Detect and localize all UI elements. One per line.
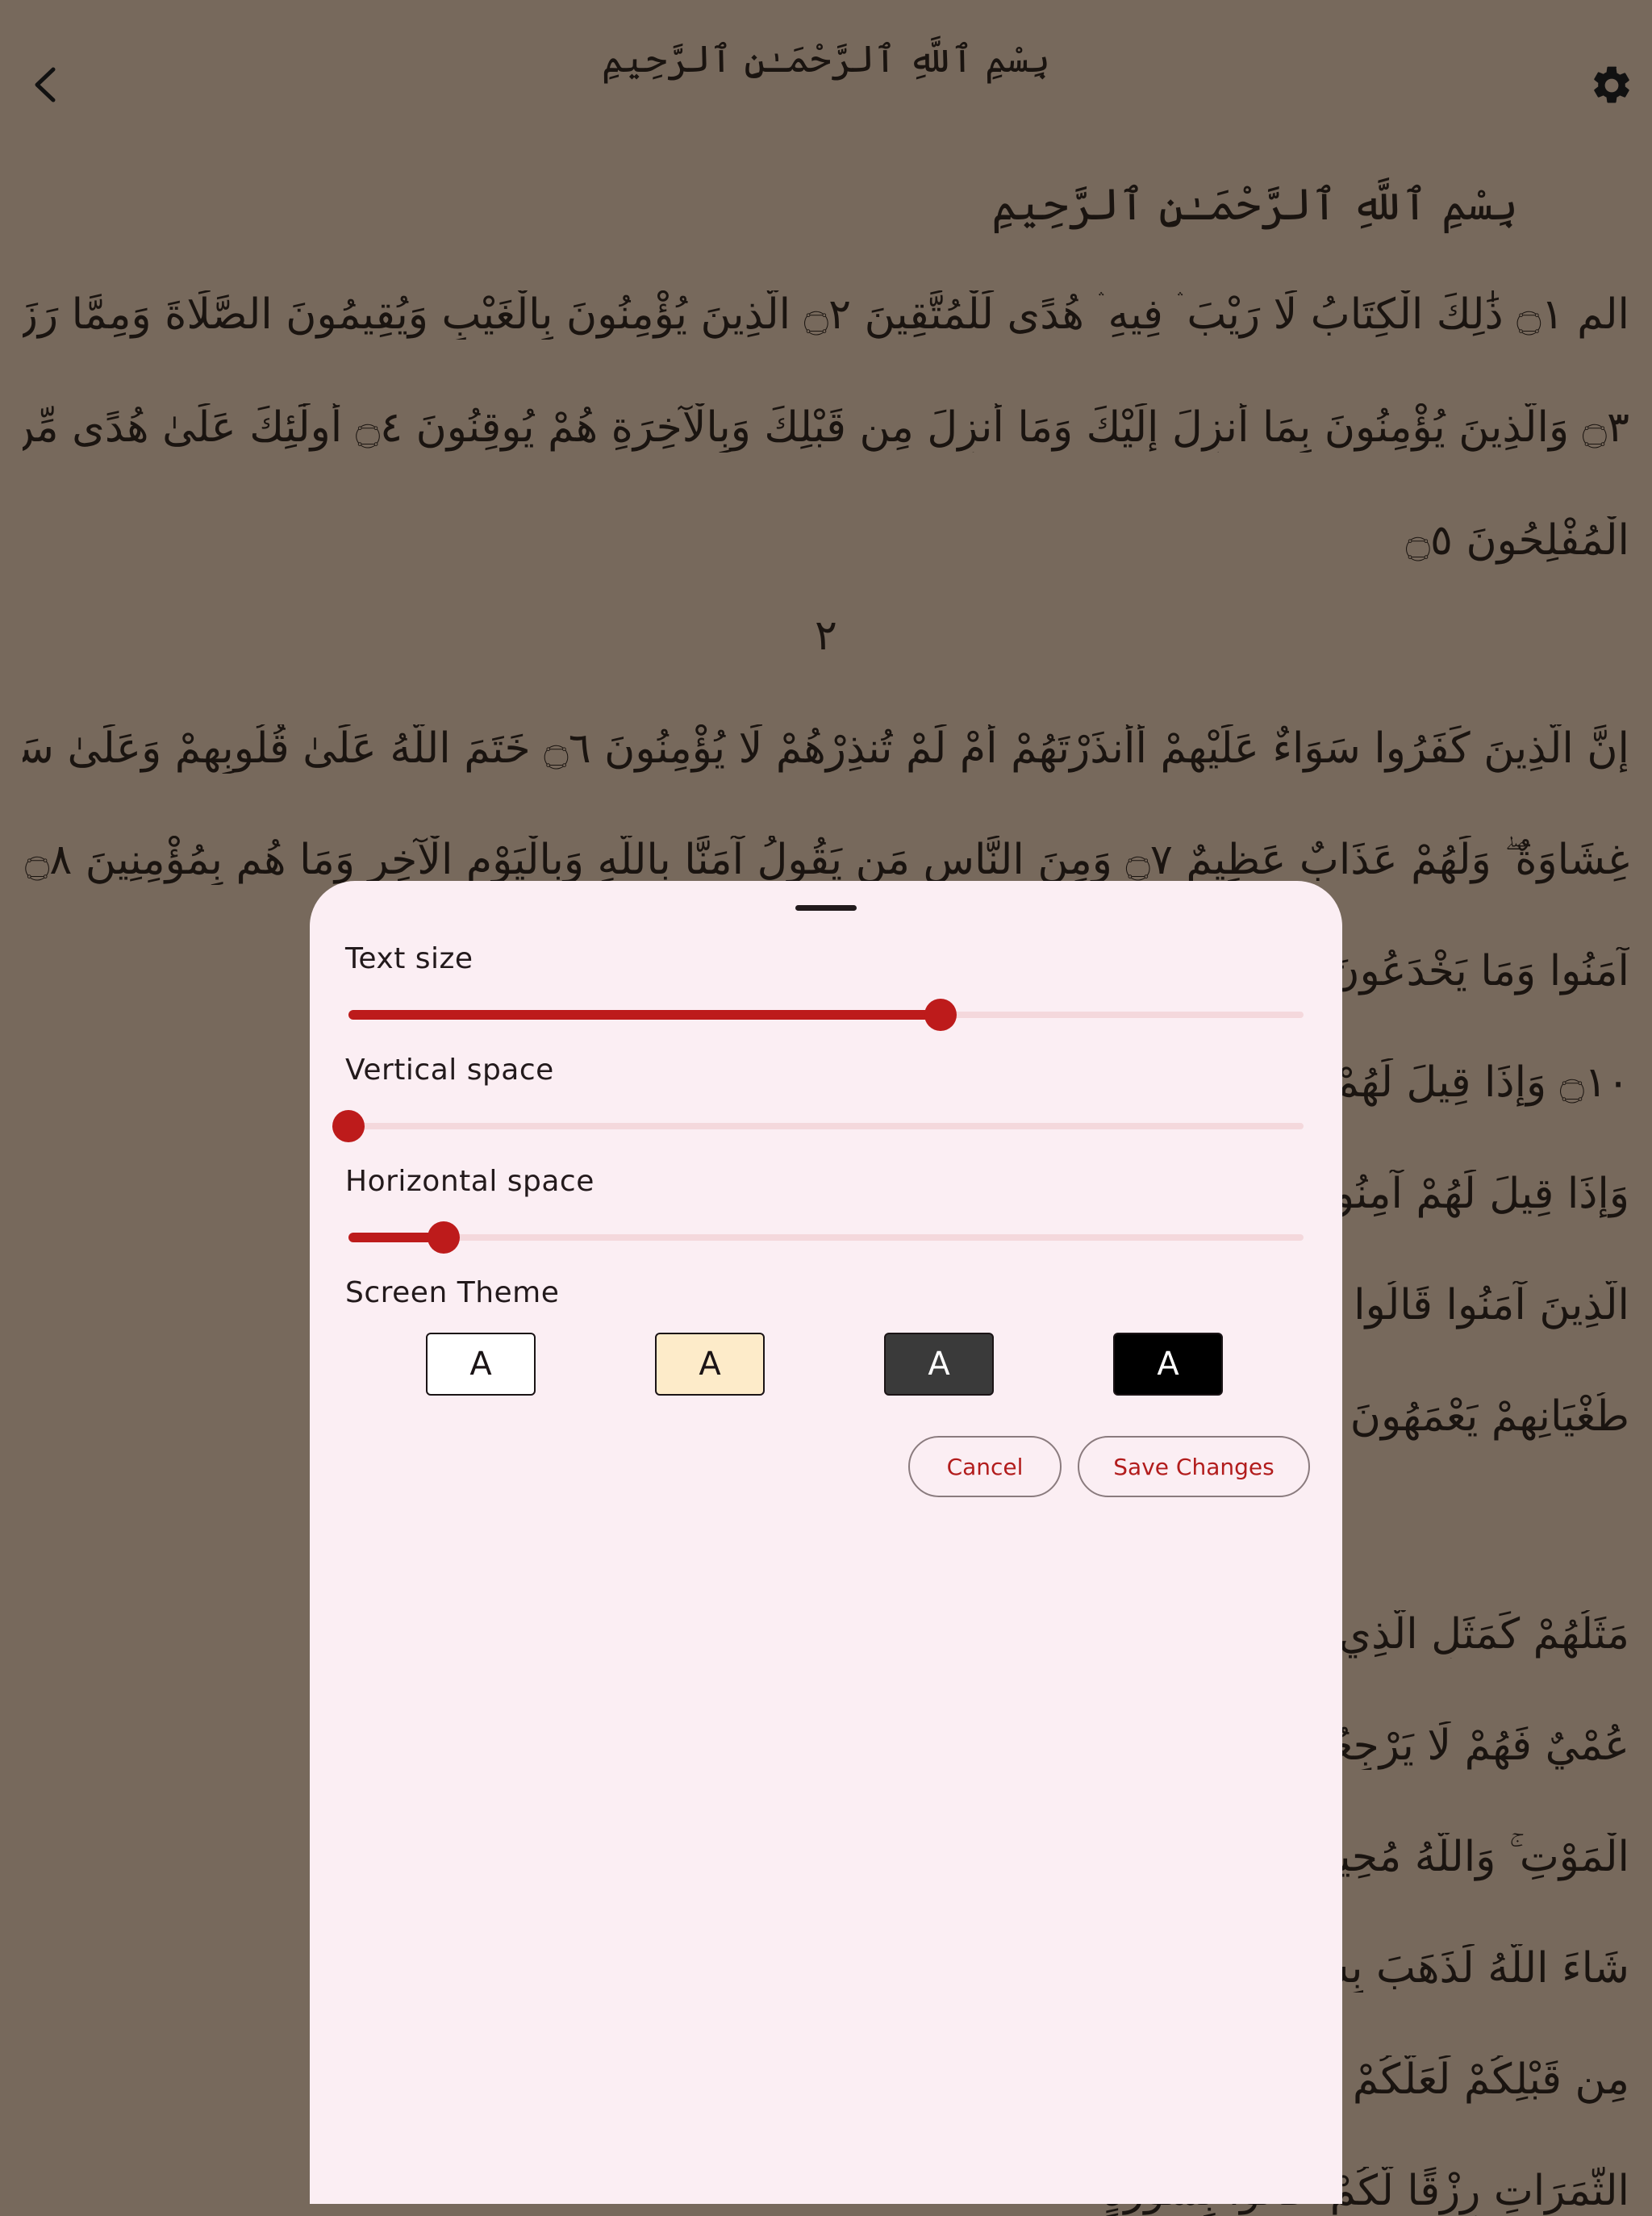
quran-line: غِشَاوَةٌ ۖ وَلَهُمْ عَذَابٌ عَظِيمٌ ۝٧ … — [23, 836, 1629, 884]
theme-sepia-button[interactable]: A — [655, 1333, 765, 1396]
theme-white-button[interactable]: A — [426, 1333, 536, 1396]
quran-line: الْمُفْلِحُونَ ۝٥ — [1405, 516, 1629, 565]
screen-theme-label: Screen Theme — [345, 1276, 560, 1309]
quran-line: الم ۝١ ذَٰلِكَ الْكِتَابُ لَا رَيْبَ ۛ ف… — [23, 290, 1629, 339]
theme-glyph: A — [1157, 1346, 1179, 1383]
vertical-space-slider[interactable] — [332, 1110, 1304, 1142]
chevron-left-icon — [35, 67, 56, 102]
slider-track — [348, 1123, 1304, 1129]
theme-black-button[interactable]: A — [1113, 1333, 1223, 1396]
back-button[interactable] — [18, 56, 74, 113]
slider-thumb[interactable] — [924, 999, 957, 1031]
basmala: بِسْمِ ٱللَّهِ ٱلرَّحْمَـٰنِ ٱلرَّحِيمِ — [991, 179, 1518, 230]
page-number: ٢ — [815, 611, 837, 660]
text-size-label: Text size — [345, 942, 473, 975]
settings-sheet: Text size Vertical space Horizontal spac… — [310, 881, 1342, 2204]
quran-line: ۝٣ وَالَّذِينَ يُؤْمِنُونَ بِمَا أُنزِلَ… — [23, 403, 1629, 452]
vertical-space-label: Vertical space — [345, 1054, 554, 1087]
slider-fill — [348, 1010, 941, 1020]
slider-thumb[interactable] — [332, 1110, 365, 1142]
theme-glyph: A — [699, 1346, 721, 1383]
cancel-button[interactable]: Cancel — [908, 1436, 1062, 1497]
surah-title: بِسْمِ ٱللَّهِ ٱلرَّحْمَـٰنِ ٱلرَّحِيمِ — [602, 37, 1050, 81]
theme-dark-button[interactable]: A — [884, 1333, 994, 1396]
theme-glyph: A — [928, 1346, 950, 1383]
top-bar: بِسْمِ ٱللَّهِ ٱلرَّحْمَـٰنِ ٱلرَّحِيمِ — [0, 0, 1652, 161]
quran-line: إِنَّ الَّذِينَ كَفَرُوا سَوَاءٌ عَلَيْه… — [23, 724, 1629, 773]
slider-track — [348, 1234, 1304, 1241]
settings-button[interactable] — [1589, 63, 1634, 108]
drag-handle[interactable] — [795, 905, 857, 911]
horizontal-space-slider[interactable] — [348, 1221, 1304, 1254]
save-changes-button[interactable]: Save Changes — [1078, 1436, 1310, 1497]
gear-icon — [1594, 66, 1629, 103]
text-size-slider[interactable] — [348, 999, 1304, 1031]
theme-glyph: A — [469, 1346, 492, 1383]
horizontal-space-label: Horizontal space — [345, 1165, 594, 1198]
slider-thumb[interactable] — [428, 1221, 461, 1254]
